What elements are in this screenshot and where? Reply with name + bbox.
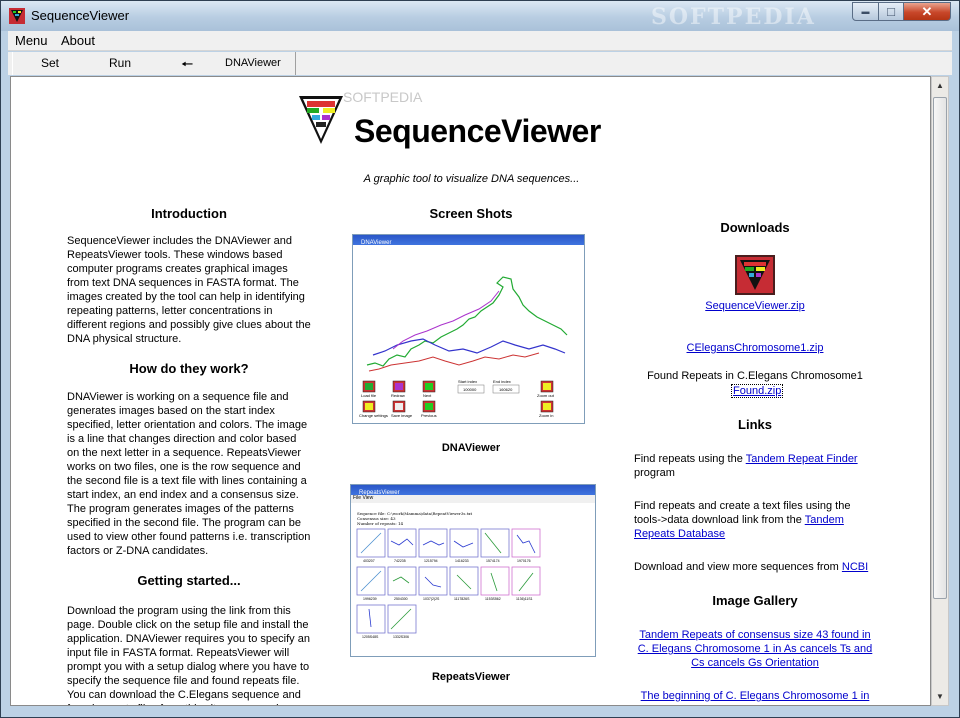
menu-bar: Menu About bbox=[8, 31, 952, 51]
gallery-item-2-link[interactable]: The beginning of C. Elegans Chromosome 1… bbox=[633, 689, 877, 705]
shot2-label: 1332S306 bbox=[393, 635, 409, 639]
getting-started-heading: Getting started... bbox=[137, 573, 241, 588]
back-arrow-icon[interactable]: 🠔 bbox=[181, 54, 193, 78]
vertical-scrollbar[interactable]: ▲ ▼ bbox=[931, 76, 949, 706]
shot2-label: 1205S48S bbox=[362, 635, 379, 639]
scroll-up-icon[interactable]: ▲ bbox=[936, 81, 944, 90]
getting-started-text: Download the program using the link from… bbox=[67, 605, 310, 705]
minimize-icon: ▬ bbox=[861, 7, 870, 16]
close-button[interactable]: ✕ bbox=[903, 2, 951, 21]
shot2-label: 1416233 bbox=[455, 559, 469, 563]
maximize-button[interactable]: □ bbox=[878, 2, 904, 21]
repeatsviewer-caption: RepeatsViewer bbox=[431, 671, 511, 683]
menu-item-about[interactable]: About bbox=[61, 33, 95, 48]
links-text: Find repeats using the bbox=[634, 453, 746, 465]
maximize-icon: □ bbox=[887, 4, 895, 19]
title-bar[interactable]: SequenceViewer SOFTPEDIA ▬ □ ✕ bbox=[1, 1, 959, 31]
scroll-down-icon[interactable]: ▼ bbox=[936, 692, 944, 701]
shot1-button-label: Zoom out bbox=[537, 393, 555, 398]
shot2-label: 1117826S bbox=[454, 597, 470, 601]
browser-content[interactable]: SOFTPEDIA SequenceViewer A graphic tool … bbox=[10, 76, 931, 706]
links-item-1: Find repeats using the Tandem Repeat Fin… bbox=[634, 452, 874, 480]
shot2-menubar: File View bbox=[351, 495, 595, 503]
screenshots-heading: Screen Shots bbox=[429, 206, 513, 221]
shot2-info: Sequence file: C:\work\Mamma\data\Repeat… bbox=[351, 503, 595, 526]
shot1-button-label: Load file bbox=[361, 393, 377, 398]
gallery-item-1-link[interactable]: Tandem Repeats of consensus size 43 foun… bbox=[633, 628, 877, 670]
shot2-label: 1574174 bbox=[486, 559, 500, 563]
shot2-label: 1136)11S1 bbox=[516, 597, 533, 601]
dnaviewer-caption: DNAViewer bbox=[441, 442, 501, 454]
shot2-label: 1215794 bbox=[424, 559, 438, 563]
shot1-button-label: Previous bbox=[421, 413, 437, 418]
left-column: Introduction SequenceViewer includes the… bbox=[67, 206, 311, 705]
image-gallery-heading: Image Gallery bbox=[712, 593, 798, 608]
shot1-button-label: Change settings bbox=[359, 413, 388, 418]
tagline: A graphic tool to visualize DNA sequence… bbox=[363, 173, 580, 185]
links-text: program bbox=[634, 467, 675, 479]
shot1-field-label: Start index bbox=[458, 379, 477, 384]
shot2-label: 1037(2)2S bbox=[423, 597, 440, 601]
shot2-menu-view: View bbox=[362, 495, 374, 501]
app-icon bbox=[9, 8, 25, 24]
ncbi-link[interactable]: NCBI bbox=[842, 561, 868, 573]
dnaviewer-screenshot: DNAViewer Load file Redraw Next Change s… bbox=[352, 234, 585, 424]
links-heading: Links bbox=[738, 417, 772, 432]
scroll-thumb[interactable] bbox=[933, 97, 947, 599]
package-logo-icon bbox=[740, 260, 770, 290]
intro-text: SequenceViewer includes the DNAViewer an… bbox=[67, 235, 311, 345]
shot2-label: 1153S562 bbox=[485, 597, 501, 601]
window-title: SequenceViewer bbox=[31, 8, 130, 23]
sequenceviewer-logo-icon bbox=[299, 96, 343, 144]
page-title: SequenceViewer bbox=[354, 113, 601, 149]
softpedia-watermark: SOFTPEDIA bbox=[651, 4, 816, 30]
downloads-heading: Downloads bbox=[720, 220, 790, 235]
tandem-repeat-finder-link[interactable]: Tandem Repeat Finder bbox=[746, 453, 858, 465]
shot2-label: 403207 bbox=[363, 559, 375, 563]
found-zip-link[interactable]: Found.zip bbox=[731, 384, 784, 398]
links-item-3: Download and view more sequences from NC… bbox=[634, 560, 894, 574]
toolbar: Set Run 🠔 DNAViewer bbox=[8, 52, 952, 75]
repeatsviewer-screenshot: RepeatsViewer File View Sequence file: C… bbox=[350, 484, 596, 657]
how-heading: How do they work? bbox=[129, 361, 249, 376]
how-text: DNAViewer is working on a sequence file … bbox=[67, 391, 311, 557]
shot2-label: 2504300 bbox=[394, 597, 408, 601]
set-button[interactable]: Set bbox=[41, 56, 59, 70]
shot1-button-label: Next bbox=[423, 393, 432, 398]
shot1-button-label: Save image bbox=[391, 413, 413, 418]
shot1-field-label: End index bbox=[493, 379, 511, 384]
links-item-2: Find repeats and create a text files usi… bbox=[634, 499, 874, 541]
shot1-button-label: Redraw bbox=[391, 393, 405, 398]
download-package-icon[interactable] bbox=[735, 255, 775, 295]
toolbar-group: Set Run 🠔 DNAViewer bbox=[12, 52, 296, 75]
screenshot-titlebar: RepeatsViewer bbox=[351, 485, 595, 496]
repeats-grid-image: 403207 742235 1215794 1416233 1574174 19… bbox=[356, 528, 541, 639]
minimize-button[interactable]: ▬ bbox=[852, 2, 879, 21]
sequenceviewer-zip-link[interactable]: SequenceViewer.zip bbox=[671, 300, 839, 312]
dnaviewer-button[interactable]: DNAViewer bbox=[225, 57, 281, 69]
shot1-field-value: 100000 bbox=[463, 387, 477, 392]
links-text: Download and view more sequences from bbox=[634, 561, 842, 573]
screenshot-titlebar: DNAViewer bbox=[353, 235, 584, 246]
celegans-zip-link[interactable]: CElegansChromosome1.zip bbox=[671, 342, 839, 354]
shot2-label: 1970176 bbox=[517, 559, 531, 563]
shot2-info-line: Number of repeats: 14 bbox=[357, 521, 404, 526]
shot1-field-value: 160620 bbox=[499, 387, 513, 392]
menu-item-menu[interactable]: Menu bbox=[15, 33, 48, 48]
close-icon: ✕ bbox=[921, 3, 933, 19]
logo-watermark: SOFTPEDIA bbox=[343, 89, 423, 105]
shot2-label: 742235 bbox=[394, 559, 406, 563]
shot1-button-label: Zoom in bbox=[539, 413, 553, 418]
dna-path-image: Load file Redraw Next Change settings Sa… bbox=[353, 245, 584, 423]
found-repeats-text: Found Repeats in C.Elegans Chromosome1 bbox=[647, 370, 863, 382]
shot2-menu-file: File bbox=[353, 495, 362, 501]
shot2-label: 1996239 bbox=[363, 597, 377, 601]
intro-heading: Introduction bbox=[151, 206, 227, 221]
run-button[interactable]: Run bbox=[109, 56, 131, 70]
